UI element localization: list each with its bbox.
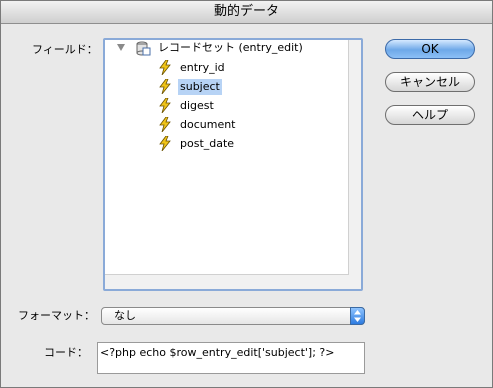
ok-button[interactable]: OK [385,39,475,59]
field-label: フィールド： [32,43,98,56]
field-bolt-icon [159,98,171,113]
tree-field-subject[interactable]: subject [178,79,222,95]
tree-field-digest[interactable]: digest [180,98,214,114]
window-title: 動的データ [1,1,492,24]
tree-field-post-date[interactable]: post_date [180,136,234,152]
code-label: コード： [44,346,88,359]
field-bolt-icon [159,79,171,94]
field-bolt-icon [159,117,171,132]
format-select[interactable]: なし [101,307,365,325]
vertical-scrollbar[interactable] [348,40,361,276]
field-bolt-icon [159,136,171,151]
tree-field-document[interactable]: document [180,117,236,133]
scroll-corner [349,275,361,289]
dynamic-data-dialog: 動的データ フィールド： レコードセット (entry_edit) entry_… [0,0,493,388]
field-tree[interactable]: レコードセット (entry_edit) entry_id subject di… [103,38,363,291]
disclosure-triangle-icon[interactable] [117,44,125,51]
format-select-value: なし [114,309,136,322]
cancel-button[interactable]: キャンセル [385,72,475,92]
horizontal-scrollbar[interactable] [105,274,349,289]
select-arrows-icon [350,307,365,325]
format-label: フォーマット： [18,309,95,322]
recordset-node[interactable]: レコードセット (entry_edit) [158,40,303,56]
tree-field-entry-id[interactable]: entry_id [180,60,225,76]
recordset-icon [136,41,151,56]
help-button[interactable]: ヘルプ [385,105,475,125]
code-field[interactable]: <?php echo $row_entry_edit['subject']; ?… [97,342,365,374]
field-bolt-icon [159,60,171,75]
